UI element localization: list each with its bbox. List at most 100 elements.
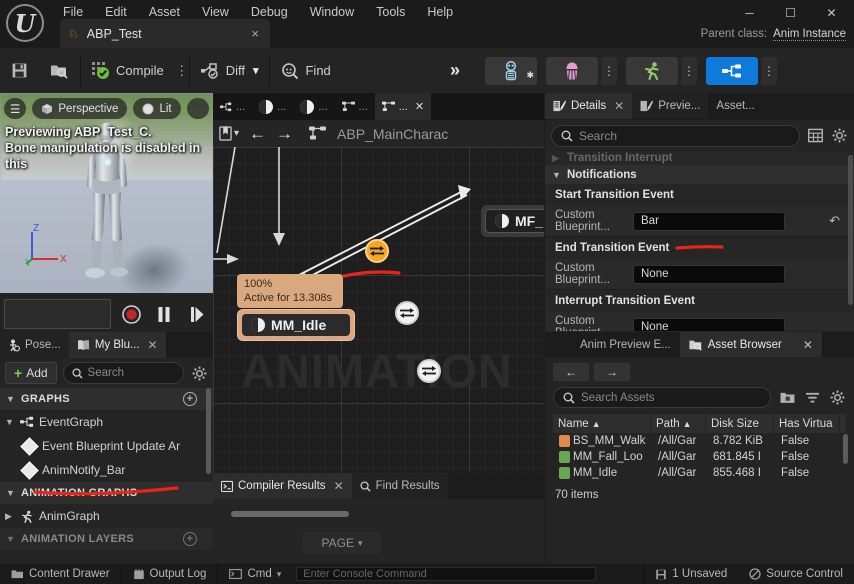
animation-mode-button[interactable] — [626, 56, 678, 85]
close-icon[interactable]: ✕ — [415, 100, 424, 113]
transition-icon-upper[interactable] — [395, 301, 419, 325]
expander-icon[interactable]: ▼ — [5, 417, 15, 427]
custom-blueprint-event-field-start[interactable]: Bar — [633, 211, 785, 231]
minimize-button[interactable]: ─ — [729, 0, 770, 26]
tab-preview-scene-settings[interactable]: Previe... — [632, 93, 709, 119]
asset-browser-search-input[interactable]: Search Assets — [553, 387, 771, 408]
transition-icon-highlighted[interactable] — [365, 239, 389, 263]
chevron-down-icon[interactable]: ▾ — [277, 569, 282, 580]
compile-options-button[interactable]: ⋮ — [175, 48, 189, 93]
asset-tab-abp-test[interactable]: ♘ ABP_Test × — [60, 19, 270, 48]
tree-item-animnotify-bar[interactable]: AnimNotify_Bar — [0, 458, 213, 482]
graph-tab-3[interactable]: ... — [293, 93, 334, 120]
save-button[interactable] — [0, 48, 39, 93]
toolbar-overflow-button[interactable]: » — [442, 60, 468, 81]
graph-mode-options[interactable]: ⋮ — [761, 56, 777, 85]
tab-details[interactable]: Details ✕ — [545, 93, 633, 119]
settings-gear-icon[interactable] — [190, 364, 208, 382]
custom-blueprint-event-field-end[interactable]: None — [633, 264, 785, 284]
status-output-log[interactable]: Output Log — [122, 564, 219, 584]
asset-browser-filter-icon[interactable] — [803, 389, 821, 407]
table-row[interactable]: MM_Fall_Loo /All/Gar 681.845 I False — [553, 449, 846, 465]
column-header-disk-size[interactable]: Disk Size — [706, 414, 774, 433]
details-column-view-icon[interactable] — [806, 127, 824, 145]
browse-asset-button[interactable] — [39, 48, 80, 93]
graph-tab-2[interactable]: ... — [252, 93, 293, 120]
close-icon[interactable]: ✕ — [803, 338, 813, 352]
table-row[interactable]: BS_MM_Walk /All/Gar 8.782 KiB False — [553, 433, 846, 449]
diff-button[interactable]: Diff ▾ — [190, 48, 270, 93]
tree-item-animgraph[interactable]: ▶ AnimGraph — [0, 504, 213, 528]
details-category-notifications[interactable]: ▼ Notifications — [545, 165, 854, 184]
tree-section-animation-graphs[interactable]: ▼ ANIMATION GRAPHS — [0, 482, 213, 504]
asset-browser-forward-button[interactable]: → — [594, 363, 630, 381]
parent-class-link[interactable]: Anim Instance — [773, 28, 846, 41]
column-header-name[interactable]: Name ▲ — [553, 414, 651, 433]
asset-browser-scrollbar[interactable] — [843, 434, 848, 464]
viewport-menu-button[interactable]: ☰ — [4, 98, 27, 119]
tree-item-event-blueprint-update[interactable]: Event Blueprint Update Ar — [0, 434, 213, 458]
find-button[interactable]: Find — [270, 48, 341, 93]
chevron-down-icon[interactable]: ▾ — [234, 128, 239, 139]
pause-button[interactable] — [152, 299, 177, 329]
details-scrollbar[interactable] — [848, 155, 853, 305]
status-cmd[interactable]: Cmd ▾ — [218, 564, 292, 584]
column-header-has-virtual[interactable]: Has Virtua — [774, 414, 840, 433]
graph-forward-button[interactable]: → — [276, 124, 293, 144]
custom-blueprint-event-field-interrupt[interactable]: None — [633, 317, 785, 331]
my-blueprint-search-input[interactable]: Search — [62, 362, 184, 384]
tab-pose-watch[interactable]: Pose... — [0, 332, 69, 358]
my-blueprint-scrollbar[interactable] — [206, 388, 211, 474]
close-icon[interactable]: ✕ — [148, 338, 158, 352]
preview-viewport[interactable]: ☰ Perspective Lit Previewing ABP_Test_C.… — [0, 93, 213, 323]
status-content-drawer[interactable]: Content Drawer — [0, 564, 122, 584]
status-source-control[interactable]: Source Control — [738, 564, 854, 584]
details-row-start-custom-blueprint[interactable]: Custom Blueprint... Bar ↶ — [545, 206, 854, 237]
viewport-show-menu-button[interactable] — [186, 98, 209, 119]
menu-help[interactable]: Help — [416, 2, 464, 22]
graph-tab-4[interactable]: ... — [335, 93, 375, 120]
details-row-end-custom-blueprint[interactable]: Custom Blueprint... None — [545, 259, 854, 290]
tree-item-eventgraph[interactable]: ▼ EventGraph — [0, 410, 213, 434]
close-icon[interactable]: ✕ — [334, 479, 344, 493]
close-icon[interactable]: ✕ — [614, 99, 624, 113]
skeleton-mode-button[interactable]: ✱ — [485, 56, 537, 85]
viewport-view-mode-button[interactable]: Lit — [133, 98, 181, 119]
viewport-camera-mode-button[interactable]: Perspective — [32, 98, 128, 119]
record-button[interactable] — [119, 299, 144, 329]
column-header-path[interactable]: Path ▲ — [651, 414, 706, 433]
tab-my-blueprint[interactable]: My Blu... ✕ — [68, 332, 166, 358]
maximize-button[interactable]: ☐ — [770, 0, 811, 26]
add-button[interactable]: + Add — [5, 362, 57, 384]
breadcrumb-current[interactable]: ABP_MainCharac — [337, 126, 448, 142]
asset-browser-settings-icon[interactable] — [828, 389, 846, 407]
tab-asset-browser[interactable]: Asset Browser ✕ — [679, 332, 822, 357]
expander-icon[interactable]: ▶ — [5, 511, 15, 522]
close-window-button[interactable]: ✕ — [811, 0, 852, 26]
menu-tools[interactable]: Tools — [365, 2, 416, 22]
timeline-scrubber[interactable] — [4, 299, 112, 329]
compile-button[interactable]: Compile — [81, 48, 175, 93]
page-dropdown[interactable]: PAGE ▾ — [303, 532, 381, 554]
add-graph-icon[interactable]: + — [183, 392, 197, 406]
step-forward-button[interactable] — [184, 299, 209, 329]
graph-back-button[interactable]: ← — [249, 124, 266, 144]
details-search-input[interactable]: Search — [551, 124, 800, 147]
reset-to-default-icon[interactable]: ↶ — [829, 213, 840, 229]
mesh-mode-button[interactable] — [546, 56, 598, 85]
animation-mode-options[interactable]: ⋮ — [681, 56, 697, 85]
graph-canvas[interactable]: ANIMATION 100% Active for 13.308s MM_Idl… — [213, 147, 544, 473]
graph-tab-1[interactable]: ... — [213, 93, 252, 120]
tree-section-animation-layers[interactable]: ▼ ANIMATION LAYERS + — [0, 528, 213, 550]
mesh-mode-options[interactable]: ⋮ — [601, 56, 617, 85]
asset-browser-back-button[interactable]: ← — [553, 363, 589, 381]
state-node-mf[interactable]: MF_ — [481, 205, 544, 237]
chevron-down-icon[interactable]: ▾ — [251, 64, 259, 77]
details-category-clipped[interactable]: ▶ Transition Interrupt — [545, 151, 854, 165]
unreal-logo-icon[interactable]: U — [6, 4, 44, 42]
graph-mode-button[interactable] — [706, 56, 758, 85]
details-row-interrupt-custom-blueprint[interactable]: Custom Blueprint... None — [545, 312, 854, 331]
bookmark-button[interactable]: ▾ — [219, 126, 239, 141]
asset-browser-folder-icon[interactable] — [778, 389, 796, 407]
menu-window[interactable]: Window — [299, 2, 365, 22]
